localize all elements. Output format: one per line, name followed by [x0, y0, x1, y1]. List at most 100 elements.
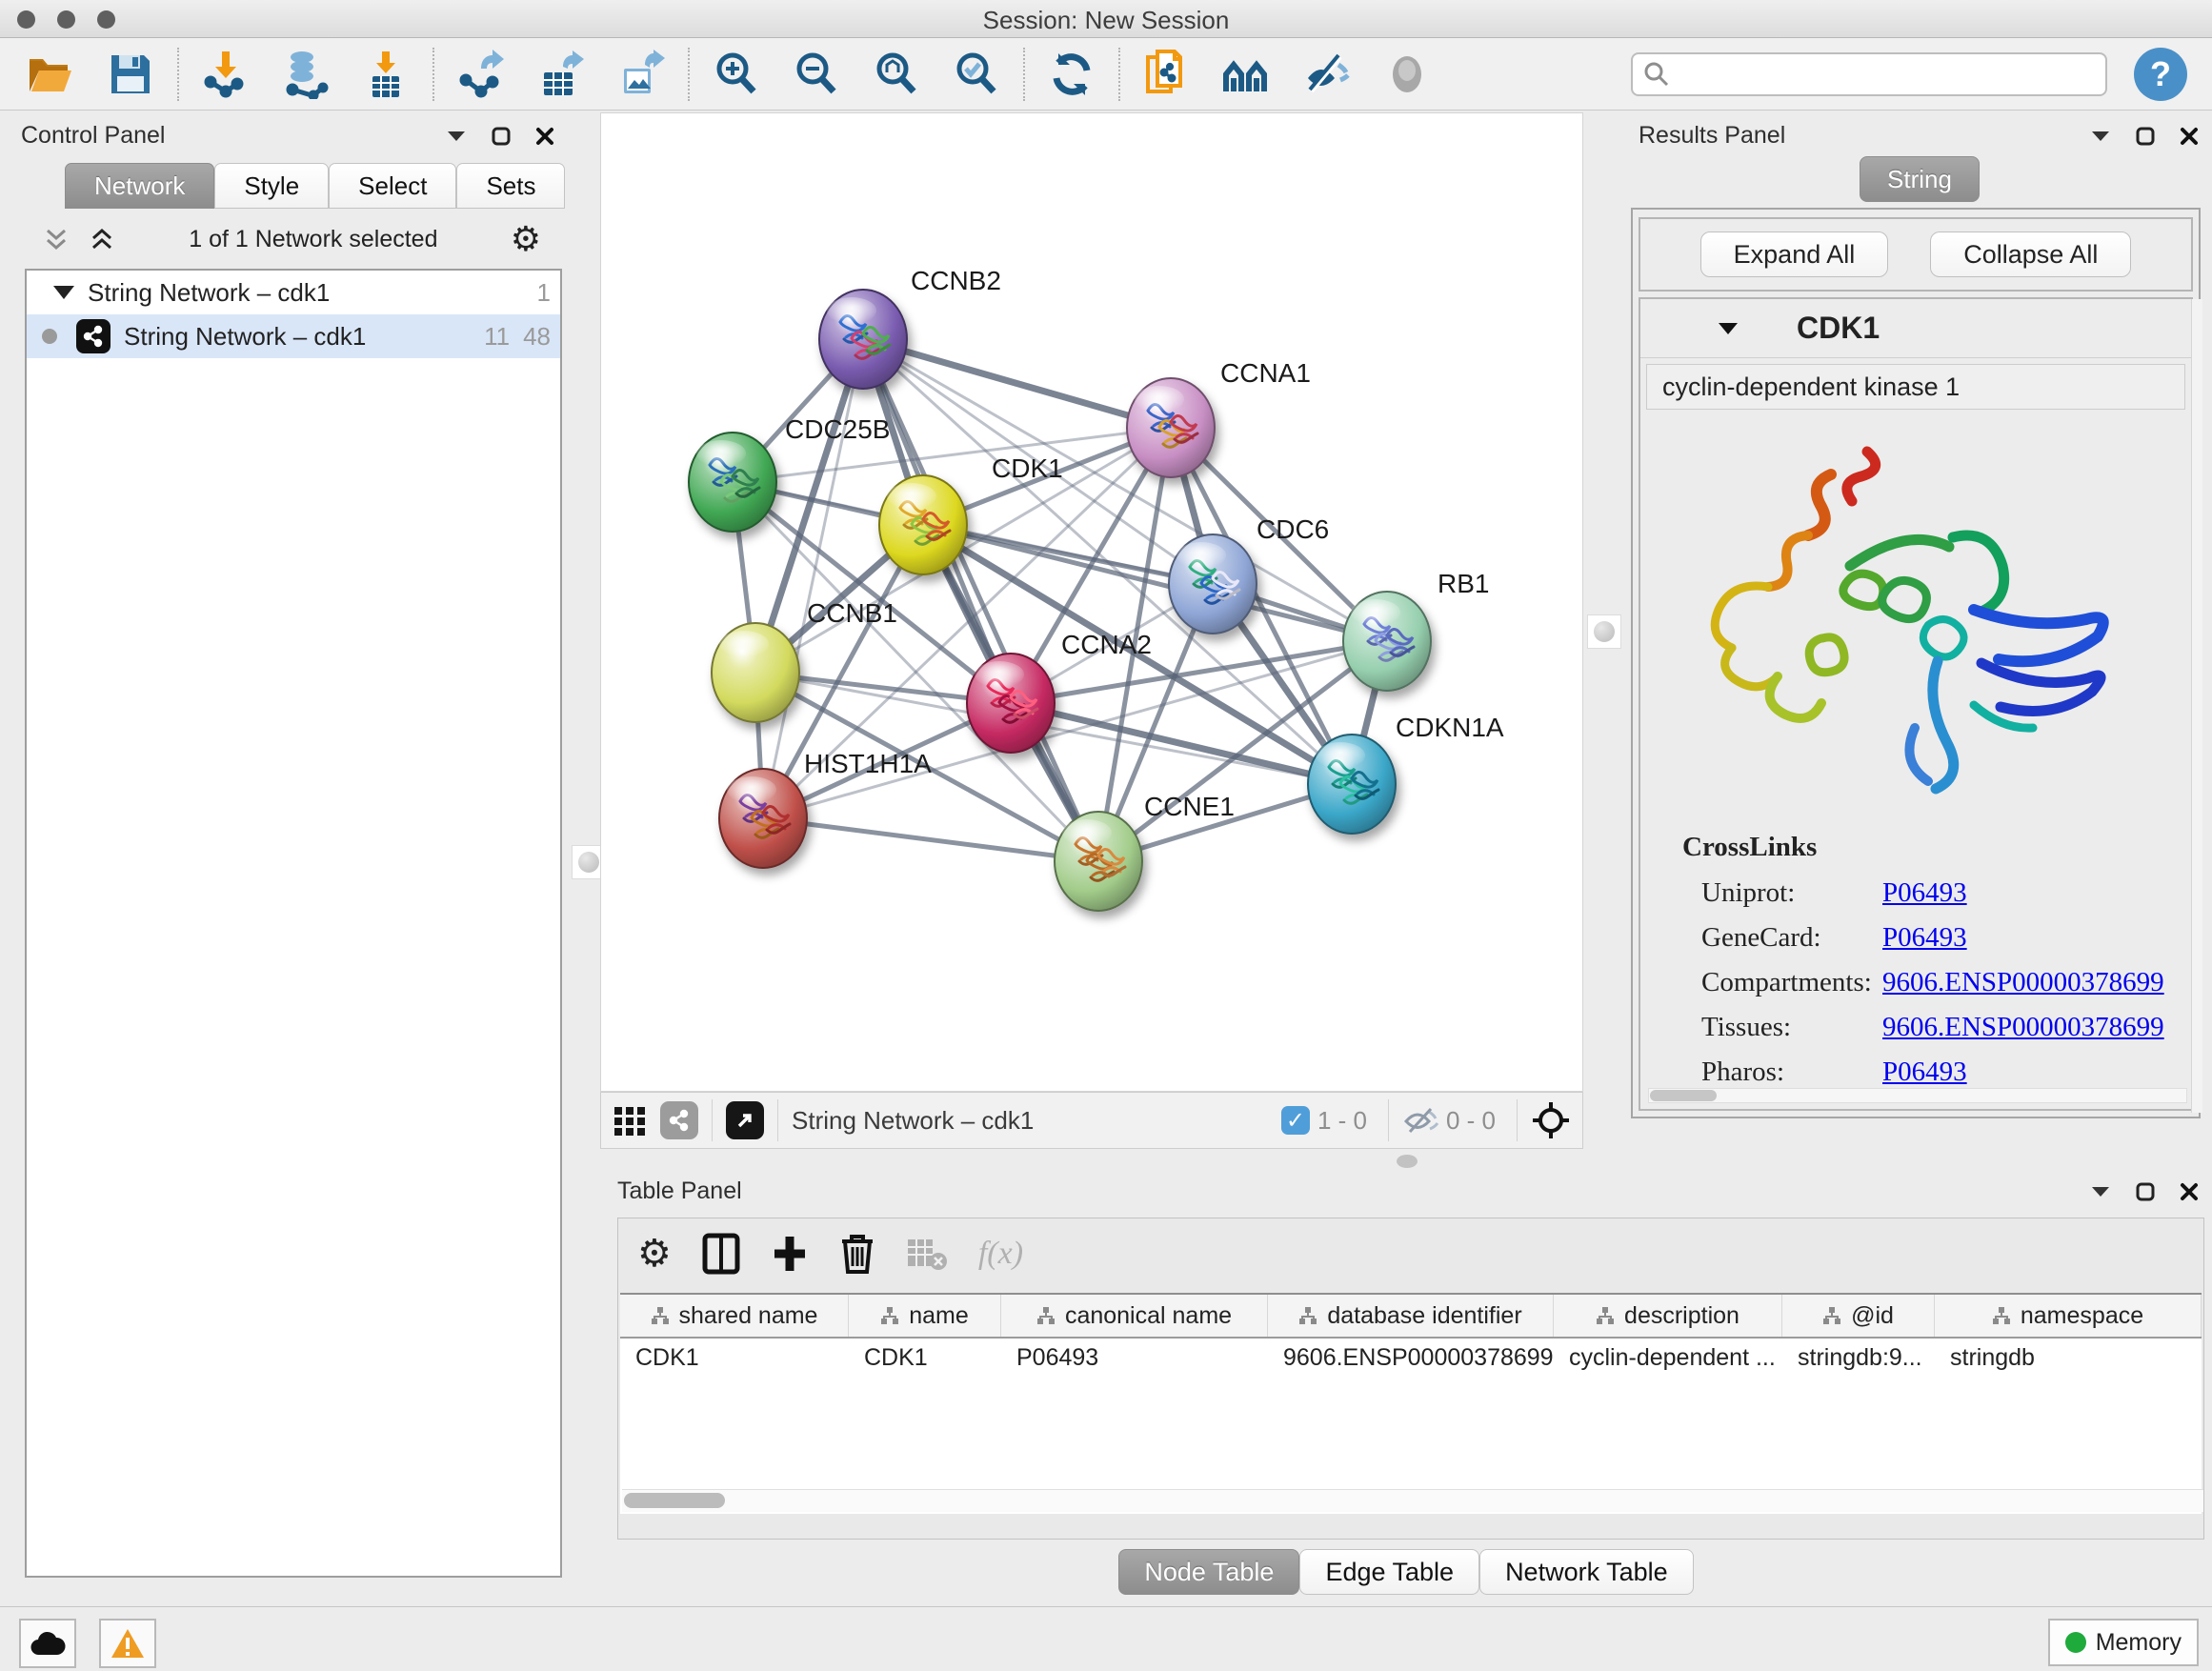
birds-eye-grid-icon[interactable] — [613, 1103, 647, 1137]
node-table[interactable]: shared namenamecanonical namedatabase id… — [620, 1293, 2202, 1514]
column-type-icon — [1596, 1306, 1615, 1325]
expand-all-button[interactable]: Expand All — [1700, 232, 1889, 277]
crosslink-genecard-link[interactable]: P06493 — [1882, 922, 1967, 954]
node-CDKN1A[interactable]: CDKN1A — [1308, 713, 1504, 834]
results-vertical-scrollbar[interactable] — [2191, 299, 2202, 1113]
import-database-icon[interactable] — [280, 49, 332, 100]
tab-node-table[interactable]: Node Table — [1118, 1549, 1299, 1595]
search-box[interactable] — [1631, 52, 2107, 96]
tree-expander-icon[interactable] — [53, 286, 74, 299]
network-options-gear-icon[interactable]: ⚙ — [511, 219, 541, 259]
tab-edge-table[interactable]: Edge Table — [1299, 1549, 1479, 1595]
delete-column-icon[interactable] — [839, 1232, 875, 1276]
export-image-icon[interactable] — [615, 49, 667, 100]
save-icon[interactable] — [105, 49, 156, 100]
delete-table-icon[interactable] — [906, 1236, 948, 1272]
horizontal-splitter-handle[interactable] — [1397, 1155, 1418, 1168]
node-RB1[interactable]: RB1 — [1343, 569, 1489, 691]
column-header--id[interactable]: @id — [1782, 1295, 1935, 1337]
expand-all-icon[interactable] — [88, 225, 116, 253]
main-toolbar: ? — [0, 38, 2212, 111]
fit-selected-crosshair-icon[interactable] — [1531, 1100, 1571, 1140]
selected-items-checkbox[interactable]: ✓ — [1281, 1106, 1310, 1135]
panel-menu-icon[interactable] — [2090, 130, 2111, 143]
node-table-container: ⚙ f(x) shared namenamecanonical namedata… — [617, 1218, 2204, 1540]
column-type-icon — [651, 1306, 670, 1325]
edge-HIST1H1A-CCNE1[interactable] — [763, 818, 1098, 861]
network-selection-status: 1 of 1 Network selected — [116, 226, 511, 253]
float-panel-icon[interactable] — [492, 127, 511, 146]
function-builder-icon[interactable]: f(x) — [978, 1236, 1023, 1272]
float-panel-icon[interactable] — [2136, 127, 2155, 146]
tab-sets[interactable]: Sets — [456, 163, 565, 209]
tab-string[interactable]: String — [1860, 156, 1980, 202]
column-header-database-identifier[interactable]: database identifier — [1268, 1295, 1554, 1337]
node-table-rows: CDK1CDK1P064939606.ENSP00000378699cyclin… — [620, 1339, 2202, 1379]
node-CCNA1[interactable]: CCNA1 — [1127, 358, 1311, 477]
close-panel-icon[interactable] — [2180, 127, 2199, 146]
node-CCNE1[interactable]: CCNE1 — [1055, 792, 1235, 911]
export-table-icon[interactable] — [535, 49, 587, 100]
search-input[interactable] — [1671, 61, 2096, 88]
collapse-all-icon[interactable] — [42, 225, 70, 253]
tab-network[interactable]: Network — [65, 163, 214, 209]
results-horizontal-scrollbar[interactable] — [1648, 1088, 2187, 1103]
right-splitter-handle[interactable] — [1587, 614, 1621, 649]
crosslink-uniprot-link[interactable]: P06493 — [1882, 877, 1967, 909]
memory-button[interactable]: Memory — [2048, 1619, 2199, 1666]
crosslink-compartments-link[interactable]: 9606.ENSP00000378699 — [1882, 967, 2164, 998]
tab-style[interactable]: Style — [214, 163, 329, 209]
crosslink-tissues-link[interactable]: 9606.ENSP00000378699 — [1882, 1012, 2164, 1043]
table-options-gear-icon[interactable]: ⚙ — [637, 1232, 672, 1276]
edge-CCNB2-HIST1H1A[interactable] — [763, 339, 863, 818]
open-in-browser-icon[interactable] — [726, 1101, 764, 1139]
zoom-out-icon[interactable] — [791, 49, 842, 100]
network-row[interactable]: String Network – cdk1 11 48 — [27, 314, 560, 358]
import-network-icon[interactable] — [200, 49, 251, 100]
network-view-canvas[interactable]: CCNB2CCNA1CDC25BCDK1CDC6RB1CCNB1CCNA2CDK… — [600, 112, 1583, 1092]
edge-CCNB2-CCNE1[interactable] — [863, 339, 1098, 861]
add-column-icon[interactable] — [771, 1233, 809, 1275]
table-cell: stringdb — [1935, 1339, 2202, 1379]
panel-menu-icon[interactable] — [2090, 1185, 2111, 1198]
column-header-description[interactable]: description — [1554, 1295, 1782, 1337]
close-panel-icon[interactable] — [2180, 1182, 2199, 1201]
import-table-icon[interactable] — [360, 49, 412, 100]
show-columns-icon[interactable] — [702, 1233, 740, 1275]
edge-CCNB2-CCNA1[interactable] — [863, 339, 1171, 428]
zoom-fit-icon[interactable] — [871, 49, 922, 100]
string-network-graph[interactable]: CCNB2CCNA1CDC25BCDK1CDC6RB1CCNB1CCNA2CDK… — [601, 113, 1582, 1091]
table-horizontal-scrollbar[interactable] — [622, 1489, 2203, 1512]
refresh-icon[interactable] — [1046, 49, 1097, 100]
zoom-selected-icon[interactable] — [951, 49, 1002, 100]
close-panel-icon[interactable] — [535, 127, 554, 146]
column-header-shared-name[interactable]: shared name — [620, 1295, 849, 1337]
open-folder-icon[interactable] — [25, 49, 76, 100]
node-label-CCNB2: CCNB2 — [911, 266, 1001, 295]
cloud-status-button[interactable] — [19, 1619, 76, 1668]
node-label-RB1: RB1 — [1438, 569, 1489, 598]
crosslink-pharos-link[interactable]: P06493 — [1882, 1057, 1967, 1088]
float-panel-icon[interactable] — [2136, 1182, 2155, 1201]
hide-selected-icon[interactable] — [1301, 49, 1353, 100]
table-row[interactable]: CDK1CDK1P064939606.ENSP00000378699cyclin… — [620, 1339, 2202, 1379]
column-header-canonical-name[interactable]: canonical name — [1001, 1295, 1268, 1337]
first-neighbors-icon[interactable] — [1221, 49, 1273, 100]
show-all-icon[interactable] — [1381, 49, 1433, 100]
export-network-icon[interactable] — [455, 49, 507, 100]
clone-network-icon[interactable] — [1141, 49, 1193, 100]
collapse-entry-icon[interactable] — [1717, 321, 1739, 336]
warnings-button[interactable] — [99, 1619, 156, 1668]
collapse-all-button[interactable]: Collapse All — [1930, 232, 2131, 277]
column-header-name[interactable]: name — [849, 1295, 1001, 1337]
string-badge-icon[interactable] — [660, 1101, 698, 1139]
zoom-in-icon[interactable] — [711, 49, 762, 100]
tab-select[interactable]: Select — [329, 163, 456, 209]
node-CDC25B[interactable]: CDC25B — [689, 414, 890, 532]
node-HIST1H1A[interactable]: HIST1H1A — [719, 749, 932, 868]
column-header-namespace[interactable]: namespace — [1935, 1295, 2202, 1337]
network-collection-row[interactable]: String Network – cdk1 1 — [27, 271, 560, 314]
tab-network-table[interactable]: Network Table — [1479, 1549, 1694, 1595]
help-button[interactable]: ? — [2134, 48, 2187, 101]
panel-menu-icon[interactable] — [446, 130, 467, 143]
